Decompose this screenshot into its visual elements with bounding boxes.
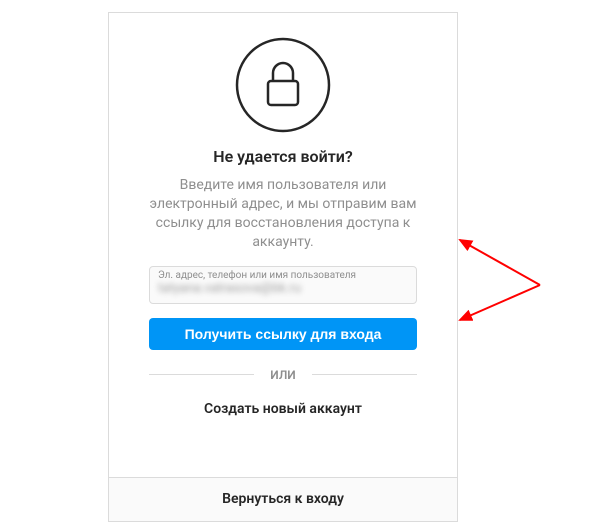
lock-icon [235,37,331,133]
back-to-login-link[interactable]: Вернуться к входу [222,491,344,507]
panel-footer: Вернуться к входу [109,477,457,521]
login-help-panel: Не удается войти? Введите имя пользовате… [108,12,458,522]
panel-body: Не удается войти? Введите имя пользовате… [109,13,457,477]
divider: ИЛИ [149,368,417,382]
page-description: Введите имя пользователя или электронный… [149,176,417,252]
identifier-input[interactable]: Эл. адрес, телефон или имя пользователя … [149,266,417,304]
divider-line-right [312,374,417,375]
send-link-button[interactable]: Получить ссылку для входа [149,318,417,350]
lock-icon-wrap [149,37,417,133]
divider-label: ИЛИ [254,368,311,382]
identifier-input-value: tatyana.vatrasova@bk.ru [158,281,408,298]
create-account-link[interactable]: Создать новый аккаунт [204,401,362,417]
page-heading: Не удается войти? [149,147,417,166]
divider-line-left [149,374,254,375]
identifier-input-label: Эл. адрес, телефон или имя пользователя [158,271,408,281]
